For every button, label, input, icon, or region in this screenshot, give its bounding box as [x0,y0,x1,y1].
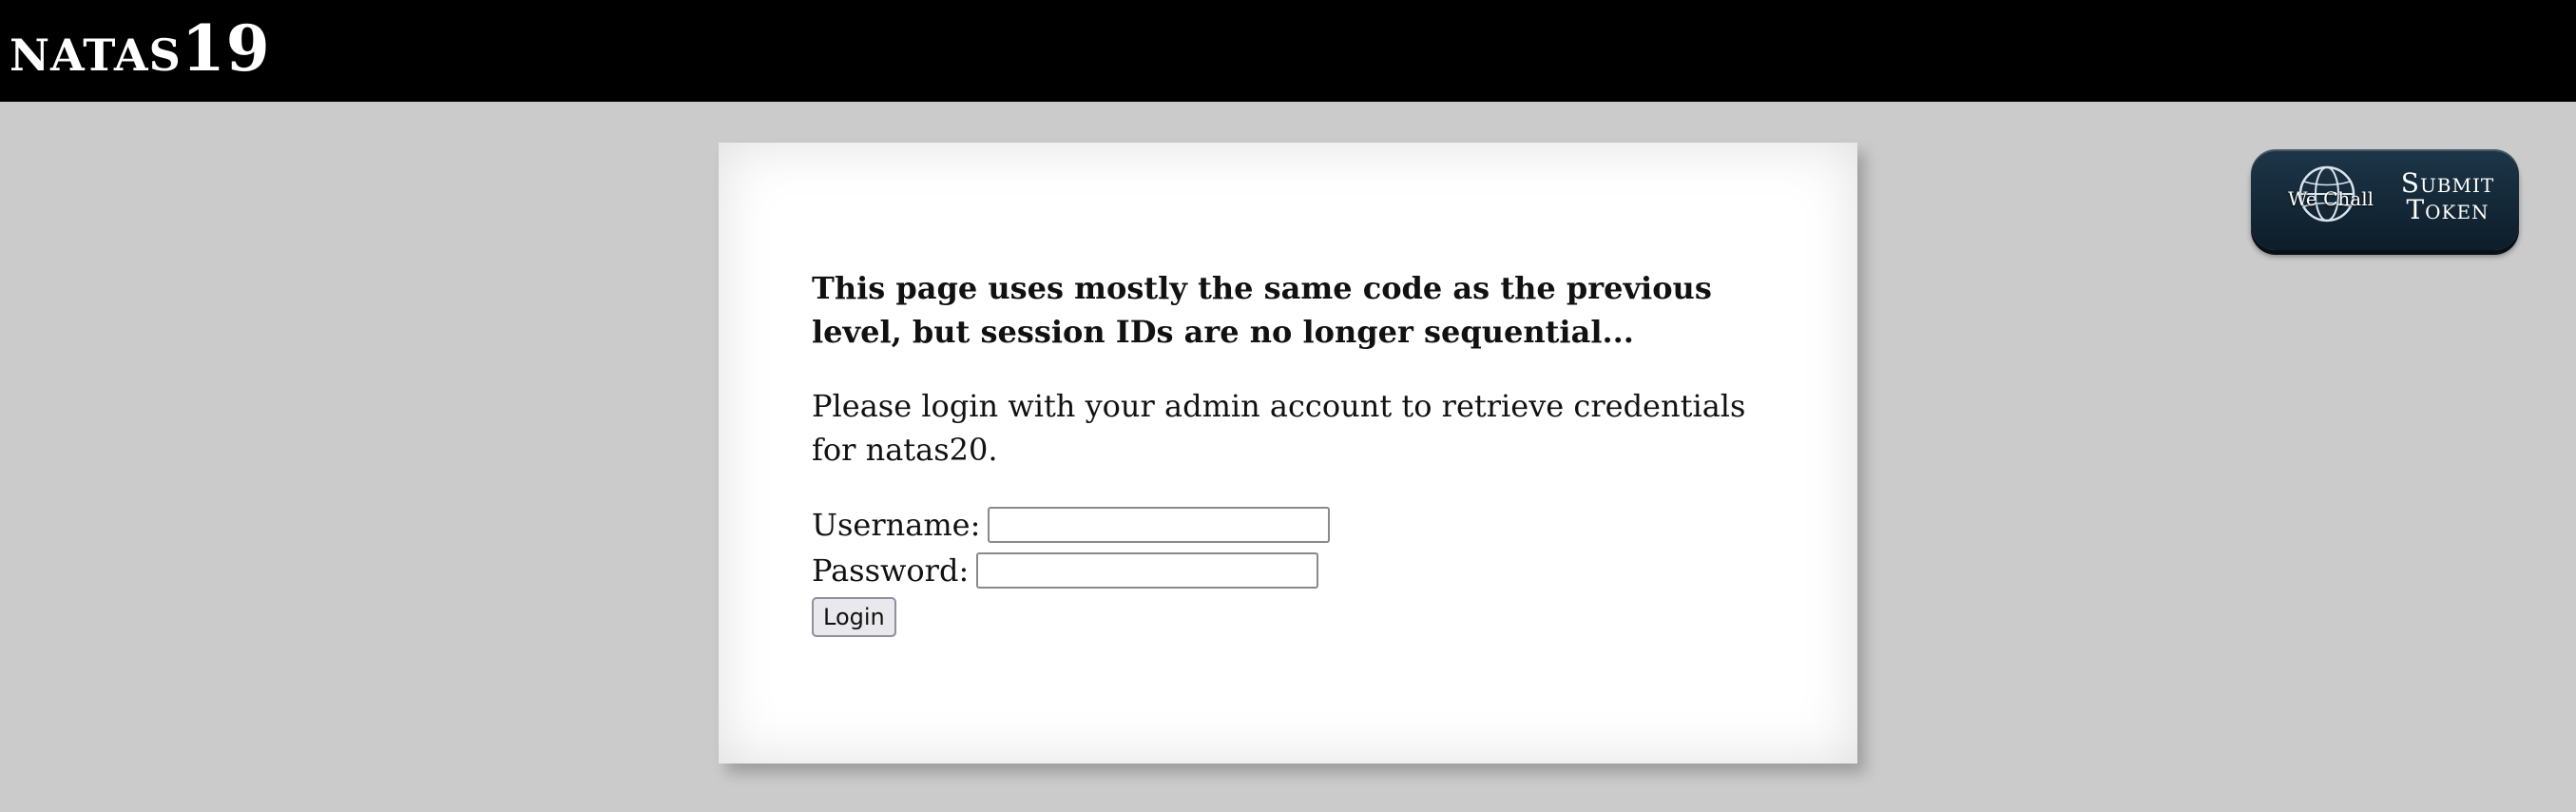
username-input[interactable] [988,507,1331,543]
page-title-text: NATAS [10,29,182,81]
submit-token-button[interactable]: We Chall Submit Token [2251,149,2519,250]
description-text: Please login with your admin account to … [812,388,1746,468]
submit-token-line1: Submit [2400,167,2495,199]
wechall-logo-text: We Chall [2287,187,2374,210]
submit-token-line2: Token [2406,194,2489,225]
page-title-number: 19 [181,11,271,86]
password-label: Password: [812,552,970,589]
header-bar: NATAS19 [0,0,2576,102]
password-row: Password: [812,548,1762,593]
content-panel: This page uses mostly the same code as t… [719,143,1857,764]
username-row: Username: [812,502,1762,548]
password-input[interactable] [976,552,1319,589]
page-title: NATAS19 [10,17,271,80]
login-form: Username: Password: Login [812,502,1762,637]
login-button[interactable]: Login [812,597,896,637]
content-body: This page uses mostly the same code as t… [812,266,1762,637]
intro-text: This page uses mostly the same code as t… [812,270,1712,350]
submit-token-label: Submit Token [2386,170,2509,223]
username-label: Username: [812,507,981,543]
